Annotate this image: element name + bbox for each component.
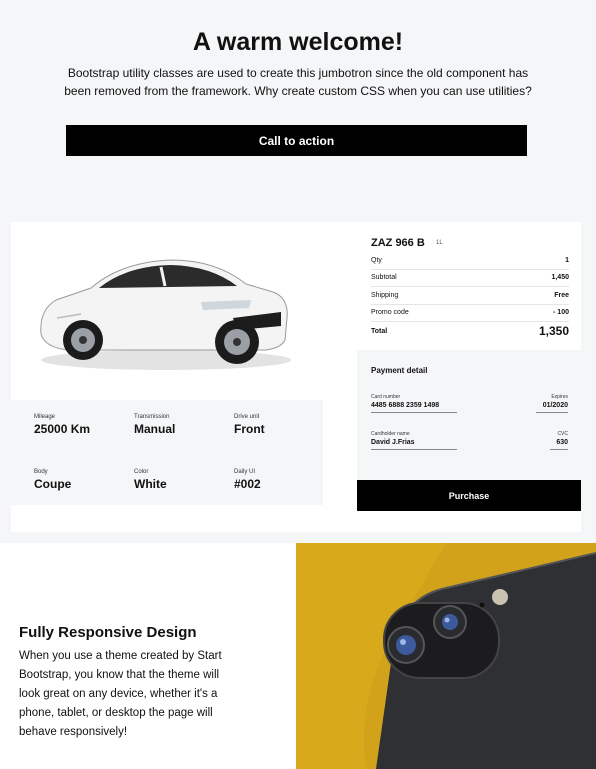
spec-color: Color White bbox=[134, 469, 167, 491]
car-specs: Mileage 25000 Km Transmission Manual Dri… bbox=[11, 400, 323, 505]
row-value: - 100 bbox=[553, 309, 569, 316]
expires-label: Expires bbox=[551, 394, 568, 400]
row-label: Subtotal bbox=[371, 274, 397, 281]
spec-value: Front bbox=[234, 422, 265, 436]
total-label: Total bbox=[371, 327, 388, 335]
cvc-label: CVC bbox=[557, 431, 568, 437]
spec-drive-unit: Drive unit Front bbox=[234, 414, 265, 436]
spec-label: Daily UI bbox=[234, 469, 256, 475]
card-number-label: Card number bbox=[371, 394, 401, 400]
phone-camera-photo bbox=[296, 543, 596, 769]
order-row-subtotal: Subtotal 1,450 bbox=[371, 274, 569, 281]
cardholder-value: David J.Frias bbox=[371, 439, 457, 450]
divider bbox=[371, 321, 569, 322]
expires-field[interactable]: Expires 01/2020 bbox=[536, 394, 568, 413]
engine-volume: 1L bbox=[436, 240, 443, 246]
row-label: Shipping bbox=[371, 292, 399, 299]
divider bbox=[371, 269, 569, 270]
spec-transmission: Transmission Manual bbox=[134, 414, 175, 436]
row-label: Qty bbox=[371, 257, 382, 264]
cardholder-label: Cardholder name bbox=[371, 431, 410, 437]
order-row-promo: Promo code - 100 bbox=[371, 309, 569, 316]
order-row-qty: Qty 1 bbox=[371, 257, 569, 264]
divider bbox=[371, 304, 569, 305]
divider bbox=[371, 286, 569, 287]
cvc-field[interactable]: CVC 630 bbox=[550, 431, 568, 450]
jumbotron: A warm welcome! Bootstrap utility classe… bbox=[0, 0, 596, 210]
payment-detail: Payment detail Card number 4485 6888 235… bbox=[357, 350, 581, 480]
spec-value: #002 bbox=[234, 477, 261, 491]
spec-label: Body bbox=[34, 469, 48, 475]
cardholder-field[interactable]: Cardholder name David J.Frias bbox=[371, 431, 457, 450]
order-row-shipping: Shipping Free bbox=[371, 292, 569, 299]
jumbotron-lead: Bootstrap utility classes are used to cr… bbox=[64, 66, 532, 98]
order-row-total: Total 1,350 bbox=[371, 324, 569, 338]
spec-value: Manual bbox=[134, 422, 176, 436]
row-label: Promo code bbox=[371, 309, 409, 316]
spec-label: Mileage bbox=[34, 414, 56, 420]
call-to-action-button[interactable]: Call to action bbox=[66, 125, 527, 156]
plate-number: ZAZ 966 B bbox=[371, 237, 425, 249]
feature-text: When you use a theme created by Start Bo… bbox=[19, 650, 222, 738]
phone-icon bbox=[296, 543, 596, 769]
jumbotron-title: A warm welcome! bbox=[192, 28, 404, 56]
spec-label: Drive unit bbox=[234, 414, 260, 420]
spec-label: Transmission bbox=[134, 414, 170, 420]
feature-title: Fully Responsive Design bbox=[19, 624, 197, 641]
spec-label: Color bbox=[134, 469, 149, 475]
card-number-field[interactable]: Card number 4485 6888 2359 1498 bbox=[371, 394, 457, 413]
row-value: 1,450 bbox=[551, 274, 569, 281]
spec-daily-ui: Daily UI #002 bbox=[234, 469, 261, 491]
row-value: Free bbox=[554, 292, 569, 299]
feature-section: Fully Responsive Design When you use a t… bbox=[0, 543, 596, 769]
spec-value: Coupe bbox=[34, 477, 72, 491]
spec-value: 25000 Km bbox=[34, 422, 91, 436]
cvc-value: 630 bbox=[550, 439, 568, 450]
expires-value: 01/2020 bbox=[536, 402, 568, 413]
payment-title: Payment detail bbox=[371, 366, 428, 375]
total-value: 1,350 bbox=[538, 324, 569, 338]
spec-mileage: Mileage 25000 Km bbox=[34, 414, 90, 436]
card-number-value: 4485 6888 2359 1498 bbox=[371, 402, 457, 413]
row-value: 1 bbox=[565, 257, 569, 264]
order-summary: ZAZ 966 B 1L Qty 1 Subtotal 1,450 Shippi… bbox=[357, 222, 581, 350]
car-icon bbox=[40, 259, 291, 370]
car-photo bbox=[11, 222, 323, 398]
spec-body: Body Coupe bbox=[34, 469, 71, 491]
spec-value: White bbox=[134, 477, 167, 491]
purchase-button[interactable]: Purchase bbox=[357, 480, 581, 511]
